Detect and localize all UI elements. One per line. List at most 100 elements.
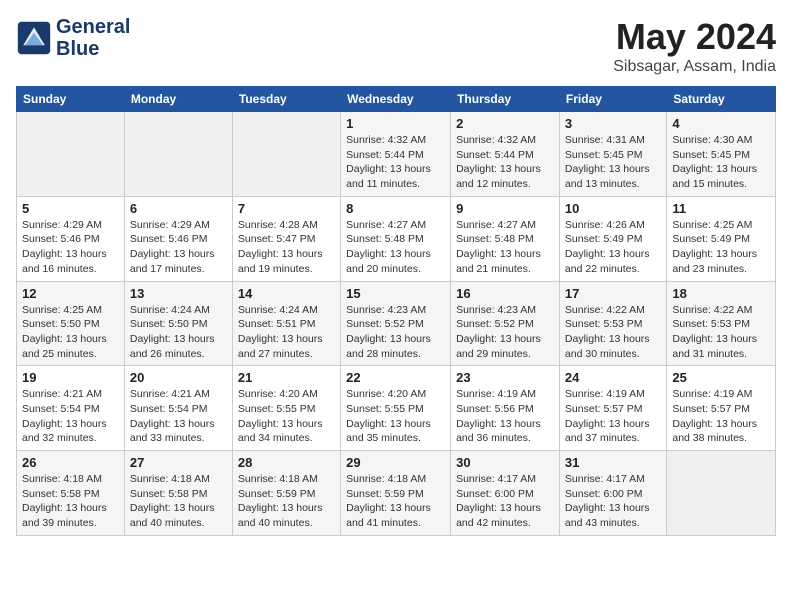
day-info: Sunrise: 4:18 AM Sunset: 5:58 PM Dayligh… [22, 472, 119, 531]
calendar-cell: 26 Sunrise: 4:18 AM Sunset: 5:58 PM Dayli… [17, 451, 125, 536]
calendar-cell [17, 112, 125, 197]
calendar-cell: 10 Sunrise: 4:26 AM Sunset: 5:49 PM Dayli… [559, 196, 666, 281]
location: Sibsagar, Assam, India [613, 58, 776, 76]
day-header-thursday: Thursday [451, 87, 560, 112]
day-number: 12 [22, 286, 119, 301]
day-info: Sunrise: 4:17 AM Sunset: 6:00 PM Dayligh… [456, 472, 554, 531]
day-info: Sunrise: 4:23 AM Sunset: 5:52 PM Dayligh… [346, 303, 445, 362]
day-number: 29 [346, 455, 445, 470]
calendar-cell: 28Sunrise: 4:18 AM Sunset: 5:59 PM Dayli… [232, 451, 340, 536]
calendar-cell: 25 Sunrise: 4:19 AM Sunset: 5:57 PM Dayli… [667, 366, 776, 451]
calendar-cell: 29 Sunrise: 4:18 AM Sunset: 5:59 PM Dayli… [341, 451, 451, 536]
day-number: 8 [346, 201, 445, 216]
day-number: 2 [456, 116, 554, 131]
day-number: 23 [456, 370, 554, 385]
day-number: 18 [672, 286, 770, 301]
calendar-cell: 15Sunrise: 4:23 AM Sunset: 5:52 PM Dayli… [341, 281, 451, 366]
calendar-cell: 17Sunrise: 4:22 AM Sunset: 5:53 PM Dayli… [559, 281, 666, 366]
day-number: 10 [565, 201, 661, 216]
calendar-cell: 31 Sunrise: 4:17 AM Sunset: 6:00 PM Dayli… [559, 451, 666, 536]
calendar-cell: 22 Sunrise: 4:20 AM Sunset: 5:55 PM Dayli… [341, 366, 451, 451]
calendar-cell: 16 Sunrise: 4:23 AM Sunset: 5:52 PM Dayli… [451, 281, 560, 366]
day-info: Sunrise: 4:21 AM Sunset: 5:54 PM Dayligh… [130, 387, 227, 446]
day-number: 1 [346, 116, 445, 131]
day-info: Sunrise: 4:31 AM Sunset: 5:45 PM Dayligh… [565, 133, 661, 192]
day-info: Sunrise: 4:17 AM Sunset: 6:00 PM Dayligh… [565, 472, 661, 531]
day-info: Sunrise: 4:29 AM Sunset: 5:46 PM Dayligh… [22, 218, 119, 277]
day-info: Sunrise: 4:18 AM Sunset: 5:59 PM Dayligh… [346, 472, 445, 531]
day-info: Sunrise: 4:27 AM Sunset: 5:48 PM Dayligh… [456, 218, 554, 277]
calendar-cell: 23Sunrise: 4:19 AM Sunset: 5:56 PM Dayli… [451, 366, 560, 451]
day-info: Sunrise: 4:24 AM Sunset: 5:51 PM Dayligh… [238, 303, 335, 362]
calendar-cell: 3 Sunrise: 4:31 AM Sunset: 5:45 PM Daylig… [559, 112, 666, 197]
day-number: 31 [565, 455, 661, 470]
logo: General Blue [16, 16, 130, 60]
calendar-cell: 13 Sunrise: 4:24 AM Sunset: 5:50 PM Dayli… [124, 281, 232, 366]
calendar-cell: 5 Sunrise: 4:29 AM Sunset: 5:46 PM Daylig… [17, 196, 125, 281]
day-number: 21 [238, 370, 335, 385]
day-info: Sunrise: 4:23 AM Sunset: 5:52 PM Dayligh… [456, 303, 554, 362]
header-row: SundayMondayTuesdayWednesdayThursdayFrid… [17, 87, 776, 112]
day-info: Sunrise: 4:24 AM Sunset: 5:50 PM Dayligh… [130, 303, 227, 362]
title-block: May 2024 Sibsagar, Assam, India [613, 16, 776, 76]
day-number: 22 [346, 370, 445, 385]
day-info: Sunrise: 4:25 AM Sunset: 5:50 PM Dayligh… [22, 303, 119, 362]
day-number: 11 [672, 201, 770, 216]
day-header-monday: Monday [124, 87, 232, 112]
day-number: 5 [22, 201, 119, 216]
week-row-3: 19Sunrise: 4:21 AM Sunset: 5:54 PM Dayli… [17, 366, 776, 451]
day-info: Sunrise: 4:28 AM Sunset: 5:47 PM Dayligh… [238, 218, 335, 277]
day-info: Sunrise: 4:27 AM Sunset: 5:48 PM Dayligh… [346, 218, 445, 277]
day-number: 30 [456, 455, 554, 470]
calendar-cell: 14 Sunrise: 4:24 AM Sunset: 5:51 PM Dayli… [232, 281, 340, 366]
calendar-cell: 7 Sunrise: 4:28 AM Sunset: 5:47 PM Daylig… [232, 196, 340, 281]
calendar-cell: 9 Sunrise: 4:27 AM Sunset: 5:48 PM Daylig… [451, 196, 560, 281]
day-info: Sunrise: 4:26 AM Sunset: 5:49 PM Dayligh… [565, 218, 661, 277]
day-header-sunday: Sunday [17, 87, 125, 112]
header: General Blue May 2024 Sibsagar, Assam, I… [16, 16, 776, 76]
day-number: 7 [238, 201, 335, 216]
day-number: 13 [130, 286, 227, 301]
calendar-cell: 4 Sunrise: 4:30 AM Sunset: 5:45 PM Daylig… [667, 112, 776, 197]
day-number: 27 [130, 455, 227, 470]
calendar-cell: 1Sunrise: 4:32 AM Sunset: 5:44 PM Daylig… [341, 112, 451, 197]
logo-text: General Blue [56, 16, 130, 60]
day-number: 14 [238, 286, 335, 301]
day-info: Sunrise: 4:20 AM Sunset: 5:55 PM Dayligh… [238, 387, 335, 446]
calendar-body: 1 Sunrise: 4:32 AM Sunset: 5:44 PM Daylig… [17, 112, 776, 536]
week-row-2: 12 Sunrise: 4:25 AM Sunset: 5:50 PM Dayli… [17, 281, 776, 366]
day-number: 28 [238, 455, 335, 470]
calendar-cell [667, 451, 776, 536]
calendar-table: SundayMondayTuesdayWednesdayThursdayFrid… [16, 86, 776, 536]
week-row-1: 5 Sunrise: 4:29 AM Sunset: 5:46 PM Daylig… [17, 196, 776, 281]
day-number: 9 [456, 201, 554, 216]
calendar-cell [232, 112, 340, 197]
day-number: 4 [672, 116, 770, 131]
calendar-cell: 2 Sunrise: 4:32 AM Sunset: 5:44 PM Daylig… [451, 112, 560, 197]
logo-line1: General [56, 16, 130, 38]
calendar-cell [124, 112, 232, 197]
day-header-tuesday: Tuesday [232, 87, 340, 112]
day-header-saturday: Saturday [667, 87, 776, 112]
day-number: 25 [672, 370, 770, 385]
calendar-cell: 6Sunrise: 4:29 AM Sunset: 5:46 PM Daylig… [124, 196, 232, 281]
day-number: 24 [565, 370, 661, 385]
calendar-cell: 19Sunrise: 4:21 AM Sunset: 5:54 PM Dayli… [17, 366, 125, 451]
day-number: 16 [456, 286, 554, 301]
day-number: 26 [22, 455, 119, 470]
calendar-header: SundayMondayTuesdayWednesdayThursdayFrid… [17, 87, 776, 112]
day-header-friday: Friday [559, 87, 666, 112]
day-info: Sunrise: 4:18 AM Sunset: 5:58 PM Dayligh… [130, 472, 227, 531]
day-info: Sunrise: 4:20 AM Sunset: 5:55 PM Dayligh… [346, 387, 445, 446]
day-header-wednesday: Wednesday [341, 87, 451, 112]
calendar-cell: 12 Sunrise: 4:25 AM Sunset: 5:50 PM Dayli… [17, 281, 125, 366]
day-number: 3 [565, 116, 661, 131]
calendar-cell: 20Sunrise: 4:21 AM Sunset: 5:54 PM Dayli… [124, 366, 232, 451]
logo-line2: Blue [56, 38, 130, 60]
day-info: Sunrise: 4:32 AM Sunset: 5:44 PM Dayligh… [456, 133, 554, 192]
calendar-cell: 27 Sunrise: 4:18 AM Sunset: 5:58 PM Dayli… [124, 451, 232, 536]
week-row-4: 26 Sunrise: 4:18 AM Sunset: 5:58 PM Dayli… [17, 451, 776, 536]
day-number: 17 [565, 286, 661, 301]
day-info: Sunrise: 4:19 AM Sunset: 5:57 PM Dayligh… [672, 387, 770, 446]
day-info: Sunrise: 4:30 AM Sunset: 5:45 PM Dayligh… [672, 133, 770, 192]
